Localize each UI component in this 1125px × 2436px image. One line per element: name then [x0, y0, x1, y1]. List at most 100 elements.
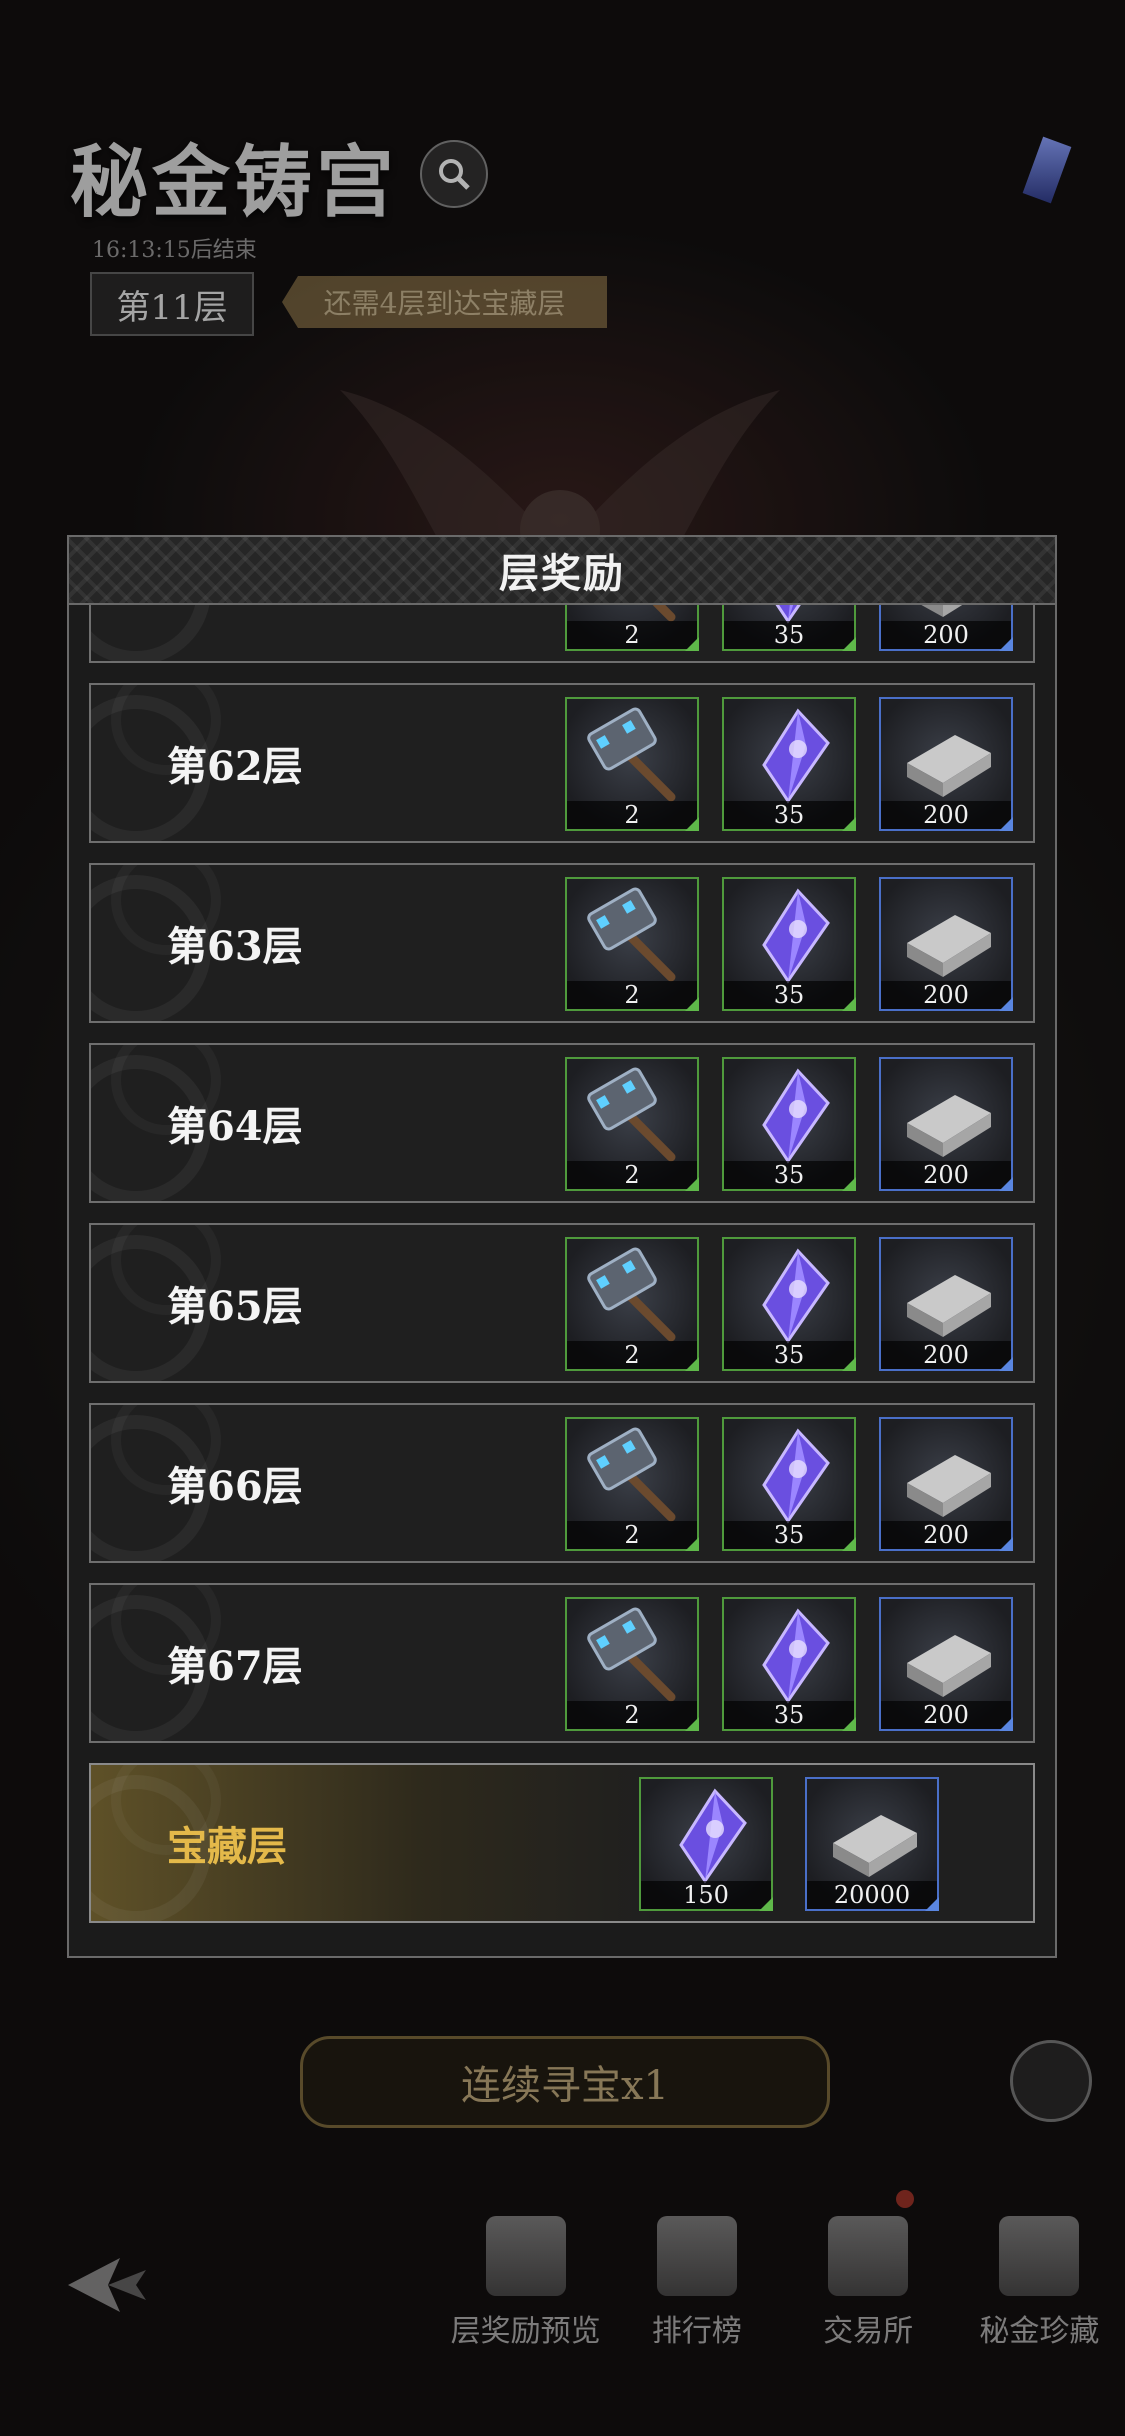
reward-item[interactable]: 200	[879, 603, 1013, 651]
nav-item[interactable]: 层奖励预览	[440, 2190, 611, 2350]
reward-item[interactable]: 2	[565, 603, 699, 651]
rarity-corner	[999, 1537, 1013, 1551]
hammer-icon	[587, 707, 676, 802]
game-title: 秘金铸宫	[70, 137, 399, 228]
hammer-icon	[587, 887, 676, 982]
nav-label: 层奖励预览	[450, 2314, 601, 2349]
reward-item[interactable]: 20000	[805, 1777, 939, 1911]
crystal-icon	[762, 888, 830, 984]
rarity-corner	[925, 1897, 939, 1911]
item-count: 35	[724, 1521, 854, 1549]
nav-label: 排行榜	[651, 2314, 742, 2349]
rarity-corner	[999, 1177, 1013, 1191]
event-timer: 16:13:15后结束	[92, 238, 257, 263]
reward-item[interactable]: 35	[722, 1597, 856, 1731]
back-arrow-icon[interactable]	[60, 2250, 150, 2320]
item-count: 2	[567, 621, 697, 649]
rarity-corner	[999, 1717, 1013, 1731]
item-count: 2	[567, 1701, 697, 1729]
item-count: 35	[724, 621, 854, 649]
current-floor: 第11层	[90, 272, 254, 336]
hammer-icon	[587, 1067, 676, 1162]
reward-item[interactable]: 200	[879, 1237, 1013, 1371]
reward-item[interactable]: 2	[565, 877, 699, 1011]
reward-item[interactable]: 200	[879, 1057, 1013, 1191]
row-label: 宝藏层	[167, 1823, 287, 1870]
notification-dot	[895, 2190, 914, 2208]
reward-item[interactable]: 35	[722, 1057, 856, 1191]
rarity-corner	[685, 1537, 699, 1551]
row-label: 第66层	[167, 1463, 303, 1510]
rarity-corner	[842, 637, 856, 651]
reward-item[interactable]: 2	[565, 697, 699, 831]
rarity-corner	[842, 1717, 856, 1731]
item-count: 35	[724, 1701, 854, 1729]
reward-item[interactable]: 150	[639, 1777, 773, 1911]
layer-reward-dialog: 层奖励 第61层235200第62层235200第63层235200第64层23…	[67, 535, 1057, 1958]
nav-item[interactable]: 交易所	[783, 2190, 954, 2350]
rarity-corner	[685, 997, 699, 1011]
item-count: 2	[567, 801, 697, 829]
reward-row: 第62层 2 35 200	[89, 683, 1035, 843]
reward-item[interactable]: 35	[722, 877, 856, 1011]
rarity-corner	[999, 997, 1013, 1011]
reward-item[interactable]: 200	[879, 1597, 1013, 1731]
reward-item[interactable]: 2	[565, 1597, 699, 1731]
row-label: 第62层	[167, 743, 303, 790]
rarity-corner	[842, 1177, 856, 1191]
reward-item[interactable]: 35	[722, 697, 856, 831]
title-block: 秘金铸宫	[70, 120, 398, 232]
item-count: 200	[881, 1701, 1011, 1729]
item-count: 150	[641, 1881, 771, 1909]
row-label: 第67层	[167, 1643, 303, 1690]
nav-item[interactable]: 秘金珍藏	[954, 2190, 1125, 2350]
ingot-icon	[907, 735, 991, 797]
reward-item[interactable]: 35	[722, 1237, 856, 1371]
rarity-corner	[842, 1357, 856, 1371]
nav-label: 秘金珍藏	[979, 2314, 1100, 2349]
continue-hunt-button[interactable]: 连续寻宝x1	[300, 2036, 830, 2128]
item-count: 200	[881, 1341, 1011, 1369]
nav-label: 交易所	[823, 2314, 914, 2349]
row-label: 第63层	[167, 923, 303, 970]
scroll-icon	[485, 2216, 566, 2296]
reward-item[interactable]: 2	[565, 1057, 699, 1191]
crystal-icon	[762, 708, 830, 804]
treasure-row: 宝藏层 150 20000	[89, 1763, 1035, 1923]
row-label: 第64层	[167, 1103, 303, 1150]
rarity-corner	[685, 1357, 699, 1371]
reward-item[interactable]: 200	[879, 697, 1013, 831]
reward-item[interactable]: 2	[565, 1237, 699, 1371]
search-button[interactable]	[420, 140, 488, 208]
item-count: 200	[881, 1521, 1011, 1549]
reward-item[interactable]: 35	[722, 1417, 856, 1551]
crystal-icon	[762, 1428, 830, 1524]
lock-button[interactable]	[1010, 2040, 1092, 2122]
rarity-corner	[759, 1897, 773, 1911]
row-label: 第65层	[167, 1283, 303, 1330]
reward-list[interactable]: 第61层 2 35 200 第62层 2 35 200 第63层 2 35 200 第64层 2 35 200…	[89, 603, 1039, 1943]
hammer-icon	[587, 1247, 676, 1342]
item-count: 200	[881, 1161, 1011, 1189]
ingot-icon	[907, 1275, 991, 1337]
crystal-icon	[762, 1608, 830, 1704]
reward-item[interactable]: 200	[879, 877, 1013, 1011]
reward-row: 第67层 2 35 200	[89, 1583, 1035, 1743]
nav-item[interactable]: 排行榜	[611, 2190, 782, 2350]
reward-row: 第65层 2 35 200	[89, 1223, 1035, 1383]
hammer-icon	[587, 1607, 676, 1702]
rarity-corner	[842, 817, 856, 831]
treasure-icon	[999, 2216, 1080, 2296]
trophy-icon	[656, 2216, 737, 2296]
item-count: 35	[724, 1161, 854, 1189]
reward-item[interactable]: 35	[722, 603, 856, 651]
reward-item[interactable]: 2	[565, 1417, 699, 1551]
rarity-corner	[999, 637, 1013, 651]
item-count: 35	[724, 981, 854, 1009]
crystal-icon	[762, 1068, 830, 1164]
reward-item[interactable]: 200	[879, 1417, 1013, 1551]
item-count: 35	[724, 801, 854, 829]
crystal-icon	[679, 1788, 747, 1884]
reward-row: 第64层 2 35 200	[89, 1043, 1035, 1203]
rarity-corner	[685, 637, 699, 651]
